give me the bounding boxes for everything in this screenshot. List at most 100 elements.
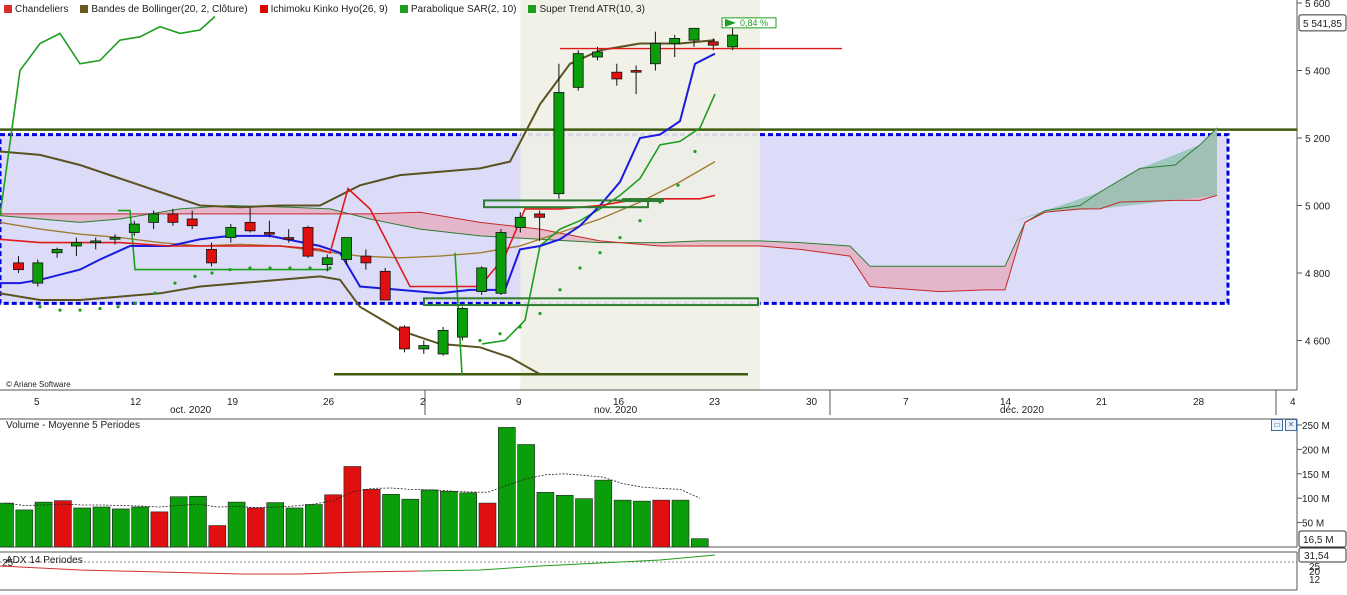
sar-dot: [78, 308, 82, 312]
volume-bar: [440, 491, 458, 548]
candle-body: [572, 53, 584, 88]
sar-dot: [558, 288, 562, 292]
adx-legend: ADX 14 Periodes: [6, 555, 83, 566]
candle-body: [71, 242, 82, 247]
sar-dot: [133, 301, 137, 305]
candle-body: [109, 237, 121, 240]
candle-body: [379, 270, 391, 301]
legend-swatch-ichimoku: [259, 5, 268, 13]
candle-body: [650, 43, 661, 65]
candle-body: [592, 51, 603, 58]
volume-bar: [555, 494, 574, 548]
y-tick-label: 4 800: [1305, 269, 1330, 280]
close-icon[interactable]: ✕: [1285, 419, 1297, 431]
chart-canvas[interactable]: 5 600 5 400 5 200 5 000 4 800 4 600 0,84 % 5 54…: [0, 0, 1347, 595]
candle-body: [32, 262, 44, 284]
volume-bar: [575, 498, 593, 548]
legend-label-supertrend: Super Trend ATR(10, 3): [539, 3, 645, 15]
x-month-label: oct. 2020: [170, 405, 212, 416]
volume-bar: [208, 525, 227, 548]
volume-bar: [112, 508, 130, 548]
candle-body: [534, 213, 545, 218]
volume-bar: [304, 504, 323, 548]
x-tick-label: 12: [130, 397, 142, 408]
sar-dot: [538, 311, 542, 316]
sar-dot: [598, 251, 602, 255]
y-tick-label: 5 400: [1305, 67, 1330, 78]
candle-body: [225, 227, 237, 238]
volume-bar: [150, 511, 169, 548]
volume-y-tick-label: 200 M: [1302, 445, 1330, 456]
candle-body: [283, 237, 295, 240]
bollinger-shade: [520, 0, 760, 390]
adx-y-tick-label: 12: [1309, 575, 1321, 586]
y-tick-label: 4 600: [1305, 337, 1330, 348]
x-tick-label: 26: [323, 397, 335, 408]
candle-body: [51, 248, 63, 254]
x-tick-label: 9: [516, 397, 522, 408]
volume-bar: [343, 466, 362, 548]
x-tick-label: 19: [227, 397, 239, 408]
sar-dot: [58, 308, 62, 312]
volume-bar: [497, 427, 516, 548]
candle-body: [399, 326, 410, 350]
legend-item-ichimoku[interactable]: Ichimoku Kinko Hyo(26, 9): [259, 4, 388, 15]
legend-item-supertrend[interactable]: Super Trend ATR(10, 3): [528, 3, 645, 15]
volume-bar: [633, 500, 651, 548]
candle-body: [707, 41, 719, 46]
gap-marker: [622, 198, 664, 203]
sar-dot: [578, 266, 582, 270]
volume-last-badge: 16,5 M: [1303, 535, 1334, 546]
volume-bar: [594, 479, 613, 548]
volume-bar: [382, 493, 400, 548]
candle-body: [437, 329, 449, 355]
candle-body: [669, 38, 681, 44]
sar-dot: [618, 235, 622, 240]
adx-line-down: [0, 565, 421, 575]
sar-dot: [268, 266, 272, 270]
x-tick-label: 5: [34, 397, 40, 408]
x-tick-label: 28: [1193, 397, 1205, 408]
sar-dot: [193, 274, 197, 278]
volume-y-tick-label: 50 M: [1302, 519, 1324, 530]
candle-body: [688, 27, 700, 41]
volume-bar: [536, 492, 555, 548]
sar-dot: [153, 291, 157, 295]
pct-change-label: 0,84 %: [740, 18, 768, 28]
candle-body: [341, 237, 353, 260]
candle-body: [148, 213, 160, 223]
sar-dot: [288, 266, 292, 270]
candle-body: [90, 240, 102, 244]
sar-dot: [638, 219, 642, 223]
legend-item-sar[interactable]: Parabolique SAR(2, 10): [399, 3, 517, 15]
candle-body: [321, 257, 333, 265]
volume-bar: [690, 538, 709, 548]
legend-label-sar: Parabolique SAR(2, 10): [410, 3, 517, 15]
candle-body: [263, 232, 275, 235]
adx-line-up: [419, 554, 716, 572]
legend-item-bollinger[interactable]: Bandes de Bollinger(20, 2, Clôture): [80, 3, 248, 15]
x-tick-label: 4: [1290, 397, 1296, 408]
candle-body: [727, 34, 738, 48]
legend-label-bollinger: Bandes de Bollinger(20, 2, Clôture): [91, 3, 248, 15]
candle-body: [476, 267, 488, 292]
volume-bar: [478, 502, 497, 548]
volume-bar: [613, 499, 632, 548]
candle-body: [186, 218, 198, 227]
volume-bar: [324, 494, 342, 548]
sar-dot: [228, 268, 232, 272]
volume-bar: [54, 500, 72, 548]
sar-dot: [98, 306, 102, 311]
sar-dot: [693, 149, 697, 154]
x-tick-label: 7: [903, 397, 909, 408]
volume-bar: [73, 507, 91, 548]
candle-body: [611, 71, 623, 80]
sar-dot: [498, 332, 502, 336]
volume-y-tick-label: 100 M: [1302, 494, 1330, 505]
last-price-badge: 5 541,85: [1303, 19, 1342, 30]
x-tick-label: 21: [1096, 397, 1108, 408]
legend-swatch-candles: [4, 5, 12, 13]
candle-body: [360, 255, 372, 264]
legend-item-candles[interactable]: Chandeliers: [4, 4, 68, 15]
maximize-icon[interactable]: ▭: [1271, 419, 1283, 431]
